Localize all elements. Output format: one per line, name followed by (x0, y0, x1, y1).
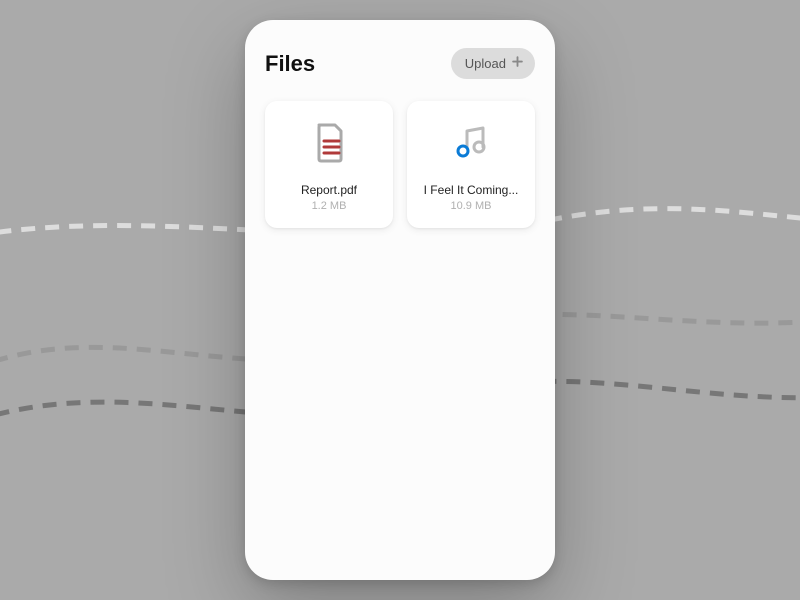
files-grid: Report.pdf 1.2 MB I Feel It Coming... 10… (265, 101, 535, 228)
page-title: Files (265, 51, 315, 77)
file-tile[interactable]: I Feel It Coming... 10.9 MB (407, 101, 535, 228)
music-icon (449, 121, 493, 165)
plus-icon (510, 54, 525, 73)
upload-label: Upload (465, 56, 506, 71)
device-frame: Files Upload Report.pdf 1.2 M (245, 20, 555, 580)
document-icon (307, 121, 351, 165)
header: Files Upload (265, 48, 535, 79)
file-size: 10.9 MB (451, 200, 492, 212)
file-name: Report.pdf (301, 183, 357, 197)
file-name: I Feel It Coming... (424, 183, 519, 197)
upload-button[interactable]: Upload (451, 48, 535, 79)
file-tile[interactable]: Report.pdf 1.2 MB (265, 101, 393, 228)
file-size: 1.2 MB (312, 200, 347, 212)
